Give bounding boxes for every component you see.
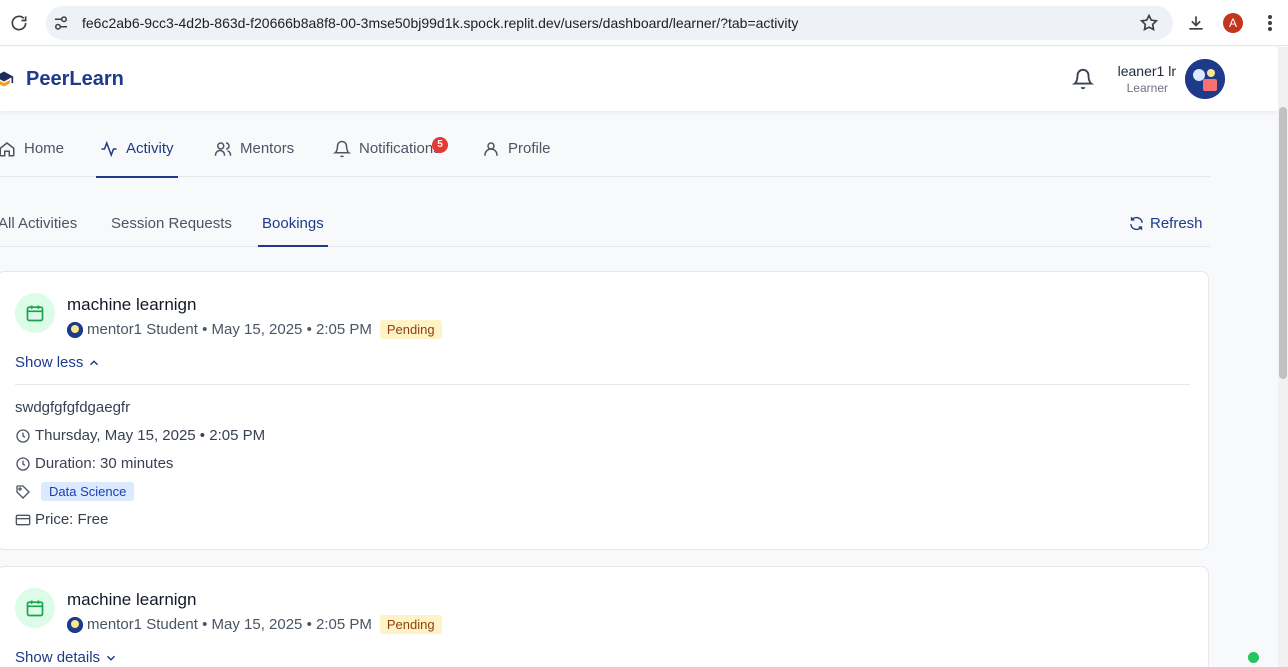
bell-icon bbox=[333, 140, 351, 157]
tab-label: Mentors bbox=[240, 140, 295, 157]
bookmark-star-icon[interactable] bbox=[1139, 13, 1159, 33]
description-text: swdgfgfgfdgaegfr bbox=[15, 399, 131, 416]
booking-icon-circle bbox=[15, 293, 55, 333]
chevron-up-icon bbox=[90, 359, 99, 365]
booking-meta: mentor1 Student • May 15, 2025 • 2:05 PM… bbox=[67, 615, 442, 634]
tab-label: Activity bbox=[126, 140, 174, 157]
home-icon bbox=[0, 141, 15, 156]
status-badge: Pending bbox=[379, 615, 442, 634]
main-nav: Home Activity Mentors Notifications 5 Pr… bbox=[0, 120, 1210, 178]
full-date-text: Thursday, May 15, 2025 • 2:05 PM bbox=[35, 427, 266, 444]
refresh-icon bbox=[1130, 216, 1143, 231]
mentor-name[interactable]: mentor1 Student bbox=[87, 321, 198, 338]
browser-menu-icon[interactable] bbox=[1262, 12, 1278, 34]
tab-notifications[interactable]: Notifications 5 bbox=[333, 120, 448, 177]
tab-label: Profile bbox=[508, 140, 551, 157]
booking-card: machine learnign mentor1 Student • May 1… bbox=[0, 566, 1209, 667]
tab-bookings[interactable]: Bookings bbox=[262, 215, 324, 232]
online-status-dot bbox=[1248, 652, 1259, 663]
mentor-avatar bbox=[67, 616, 83, 633]
toggle-label: Show details bbox=[15, 649, 101, 666]
booking-title: machine learnign bbox=[67, 295, 197, 314]
activity-icon bbox=[101, 140, 117, 157]
notification-count-badge: 5 bbox=[432, 137, 448, 153]
graduation-cap-icon bbox=[0, 71, 14, 87]
meta-separator: • bbox=[197, 321, 212, 338]
users-icon bbox=[214, 141, 232, 156]
clock-icon bbox=[16, 456, 30, 471]
booking-meta: mentor1 Student • May 15, 2025 • 2:05 PM… bbox=[67, 320, 442, 339]
tab-label: Home bbox=[24, 140, 65, 157]
url-text[interactable]: fe6c2ab6-9cc3-4d2b-863d-f20666b8a8f8-00-… bbox=[82, 15, 798, 31]
browser-profile-avatar[interactable]: A bbox=[1223, 13, 1243, 33]
tab-profile[interactable]: Profile bbox=[482, 120, 551, 177]
user-role: Learner bbox=[1126, 81, 1168, 95]
clock-icon bbox=[16, 428, 30, 443]
activity-sub-nav: All Activities Session Requests Bookings… bbox=[0, 200, 1210, 247]
booking-time: 2:05 PM bbox=[316, 321, 372, 338]
browser-toolbar: fe6c2ab6-9cc3-4d2b-863d-f20666b8a8f8-00-… bbox=[0, 0, 1288, 46]
refresh-button[interactable]: Refresh bbox=[1128, 215, 1203, 232]
site-info-icon[interactable] bbox=[52, 14, 70, 32]
address-bar[interactable]: fe6c2ab6-9cc3-4d2b-863d-f20666b8a8f8-00-… bbox=[46, 6, 1173, 40]
download-icon[interactable] bbox=[1186, 12, 1206, 34]
tab-all-activities[interactable]: All Activities bbox=[0, 215, 77, 232]
brand-logo-text[interactable]: PeerLearn bbox=[26, 68, 124, 91]
tab-label: Notifications bbox=[359, 140, 441, 157]
booking-description: swdgfgfgfdgaegfr bbox=[15, 399, 130, 416]
refresh-label: Refresh bbox=[1150, 215, 1203, 232]
topic-tag: Data Science bbox=[41, 482, 135, 501]
booking-time: 2:05 PM bbox=[316, 616, 372, 633]
user-name: leaner1 lr bbox=[1117, 63, 1176, 79]
meta-separator: • bbox=[302, 616, 316, 633]
price-text: Price: Free bbox=[35, 511, 109, 528]
mentor-name[interactable]: mentor1 Student bbox=[87, 616, 198, 633]
calendar-icon bbox=[26, 600, 44, 617]
show-less-button[interactable]: Show less bbox=[15, 354, 101, 371]
tag-icon bbox=[16, 484, 30, 499]
meta-separator: • bbox=[197, 616, 212, 633]
calendar-icon bbox=[26, 305, 44, 322]
notifications-bell-icon[interactable] bbox=[1072, 67, 1094, 91]
tab-mentors[interactable]: Mentors bbox=[214, 120, 294, 177]
toggle-label: Show less bbox=[15, 354, 84, 371]
active-tab-indicator bbox=[258, 245, 328, 247]
meta-separator: • bbox=[302, 321, 316, 338]
credit-card-icon bbox=[15, 514, 31, 525]
app-header: PeerLearn leaner1 lr Learner bbox=[0, 47, 1278, 111]
tab-home[interactable]: Home bbox=[0, 120, 64, 177]
chevron-down-icon bbox=[107, 655, 116, 661]
scrollbar-thumb[interactable] bbox=[1279, 107, 1287, 379]
reload-icon[interactable] bbox=[9, 13, 29, 33]
booking-duration-row: Duration: 30 minutes bbox=[15, 455, 173, 472]
tab-session-requests[interactable]: Session Requests bbox=[111, 215, 232, 232]
user-icon bbox=[484, 141, 498, 156]
booking-date: May 15, 2025 bbox=[211, 616, 303, 633]
show-details-button[interactable]: Show details bbox=[15, 649, 118, 666]
booking-datetime-row: Thursday, May 15, 2025 • 2:05 PM bbox=[15, 427, 265, 444]
booking-card: machine learnign mentor1 Student • May 1… bbox=[0, 271, 1209, 550]
mentor-avatar bbox=[67, 321, 83, 338]
status-badge: Pending bbox=[379, 320, 442, 339]
tab-activity[interactable]: Activity bbox=[96, 120, 178, 178]
booking-price-row: Price: Free bbox=[15, 511, 108, 528]
booking-title: machine learnign bbox=[67, 590, 197, 609]
card-divider bbox=[15, 384, 1190, 385]
duration-text: Duration: 30 minutes bbox=[35, 455, 174, 472]
booking-tag-row: Data Science bbox=[15, 482, 135, 501]
booking-date: May 15, 2025 bbox=[211, 321, 303, 338]
page-scrollbar[interactable] bbox=[1278, 47, 1288, 667]
booking-icon-circle bbox=[15, 588, 55, 628]
avatar[interactable] bbox=[1185, 59, 1225, 99]
